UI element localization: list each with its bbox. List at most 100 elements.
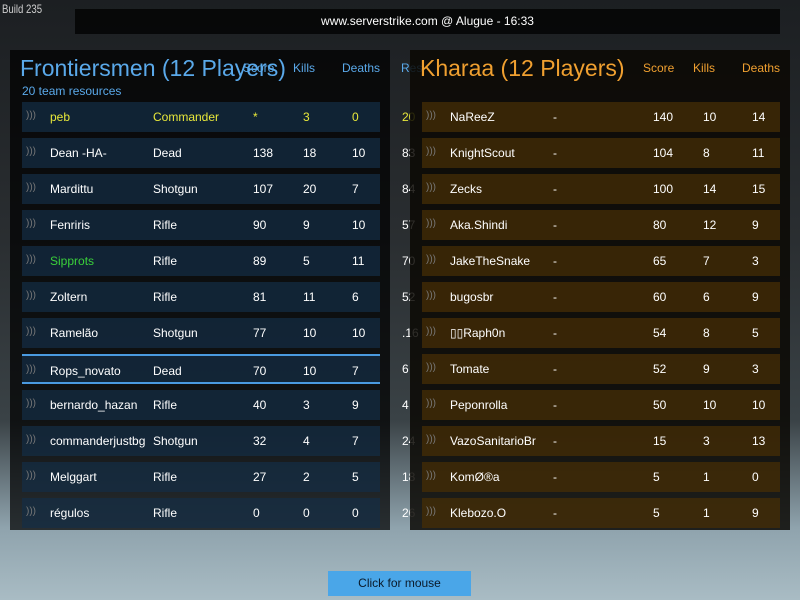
speaker-icon: ))) xyxy=(26,364,36,375)
player-kills: 9 xyxy=(303,218,310,232)
click-for-mouse-button[interactable]: Click for mouse xyxy=(328,571,471,596)
player-class: Rifle xyxy=(153,470,178,484)
player-name: Melggart xyxy=(50,470,97,484)
player-class: Rifle xyxy=(153,398,178,412)
player-row[interactable]: ))) Zoltern Rifle 81 11 6 xyxy=(22,282,380,312)
player-row[interactable]: ))) régulos Rifle 0 0 0 xyxy=(22,498,380,528)
player-row[interactable]: ))) Rops_novato Dead 70 10 7 xyxy=(22,354,380,384)
player-row[interactable]: ))) Mardittu Shotgun 107 20 7 xyxy=(22,174,380,204)
speaker-icon: ))) xyxy=(26,218,36,229)
player-deaths: 7 xyxy=(352,182,359,196)
player-deaths: 11 xyxy=(352,254,365,268)
player-name: Sipprots xyxy=(50,254,95,268)
player-row[interactable]: ))) KomØ®a - 5 1 0 xyxy=(422,462,780,492)
speaker-icon: ))) xyxy=(26,146,36,157)
player-name: Aka.Shindi xyxy=(450,218,508,232)
speaker-icon: ))) xyxy=(426,398,436,409)
player-row[interactable]: ))) VazoSanitarioBr - 15 3 13 xyxy=(422,426,780,456)
player-row[interactable]: ))) peb Commander * 3 0 xyxy=(22,102,380,132)
player-name: Fenriris xyxy=(50,218,91,232)
player-row[interactable]: ))) Fenriris Rifle 90 9 10 xyxy=(22,210,380,240)
player-row[interactable]: ))) ▯▯Raph0n - 54 8 5 xyxy=(422,318,780,348)
player-class: - xyxy=(553,218,557,232)
player-class: - xyxy=(553,254,557,268)
player-row[interactable]: ))) Klebozo.O - 5 1 9 xyxy=(422,498,780,528)
player-class: Shotgun xyxy=(153,182,198,196)
player-kills: 1 xyxy=(703,506,710,520)
player-kills: 8 xyxy=(703,326,710,340)
player-score: 5 xyxy=(653,506,660,520)
player-row[interactable]: ))) Tomate - 52 9 3 xyxy=(422,354,780,384)
alien-team-title: Kharaa (12 Players) xyxy=(420,55,625,81)
player-kills: 2 xyxy=(303,470,310,484)
player-score: 60 xyxy=(653,290,667,304)
player-kills: 18 xyxy=(303,146,317,160)
player-name: Mardittu xyxy=(50,182,94,196)
player-row[interactable]: ))) Ramelão Shotgun 77 10 10 xyxy=(22,318,380,348)
player-class: Rifle xyxy=(153,506,178,520)
player-row[interactable]: ))) Sipprots Rifle 89 5 11 xyxy=(22,246,380,276)
player-score: 50 xyxy=(653,398,667,412)
player-name: ▯▯Raph0n xyxy=(450,326,506,340)
player-row[interactable]: ))) bugosbr - 60 6 9 xyxy=(422,282,780,312)
player-score: 54 xyxy=(653,326,667,340)
player-deaths: 7 xyxy=(352,434,359,448)
player-row[interactable]: ))) bernardo_hazan Rifle 40 3 9 xyxy=(22,390,380,420)
player-deaths: 11 xyxy=(752,146,765,160)
player-score: 52 xyxy=(653,362,667,376)
player-score: 5 xyxy=(653,470,660,484)
player-name: NaReeZ xyxy=(450,110,495,124)
alien-deaths-header: Deaths xyxy=(742,61,781,75)
player-res: 6 xyxy=(402,362,409,376)
player-row[interactable]: ))) Peponrolla - 50 10 10 xyxy=(422,390,780,420)
player-row[interactable]: ))) Dean -HA- Dead 138 18 10 xyxy=(22,138,380,168)
player-kills: 3 xyxy=(703,434,710,448)
player-kills: 5 xyxy=(303,254,310,268)
alien-score-header: Score xyxy=(643,61,675,75)
player-class: - xyxy=(553,398,557,412)
player-class: Commander xyxy=(153,110,220,124)
speaker-icon: ))) xyxy=(26,290,36,301)
player-class: Dead xyxy=(153,364,182,378)
player-class: - xyxy=(553,434,557,448)
player-kills: 3 xyxy=(303,110,310,124)
player-name: bugosbr xyxy=(450,290,494,304)
player-deaths: 3 xyxy=(752,362,759,376)
player-deaths: 7 xyxy=(352,364,359,378)
player-deaths: 5 xyxy=(752,326,759,340)
speaker-icon: ))) xyxy=(426,110,436,121)
player-score: * xyxy=(253,110,258,124)
player-kills: 8 xyxy=(703,146,710,160)
player-name: KnightScout xyxy=(450,146,515,160)
player-kills: 4 xyxy=(303,434,310,448)
speaker-icon: ))) xyxy=(26,470,36,481)
player-row[interactable]: ))) commanderjustbg Shotgun 32 4 7 xyxy=(22,426,380,456)
player-deaths: 15 xyxy=(752,182,766,196)
speaker-icon: ))) xyxy=(426,146,436,157)
player-row[interactable]: ))) Zecks - 100 14 15 xyxy=(422,174,780,204)
player-score: 104 xyxy=(653,146,674,160)
marine-deaths-header: Deaths xyxy=(342,61,381,75)
player-row[interactable]: ))) JakeTheSnake - 65 7 3 xyxy=(422,246,780,276)
player-class: - xyxy=(553,182,557,196)
player-name: JakeTheSnake xyxy=(450,254,531,268)
player-class: Shotgun xyxy=(153,434,198,448)
team-resources: 20 team resources xyxy=(22,84,122,98)
build-label: Build 235 xyxy=(2,2,43,16)
player-row[interactable]: ))) Melggart Rifle 27 2 5 xyxy=(22,462,380,492)
marine-score-header: Score xyxy=(243,61,275,75)
player-class: - xyxy=(553,506,557,520)
player-score: 77 xyxy=(253,326,267,340)
player-score: 65 xyxy=(653,254,667,268)
speaker-icon: ))) xyxy=(426,362,436,373)
player-class: Dead xyxy=(153,146,182,160)
player-score: 89 xyxy=(253,254,267,268)
speaker-icon: ))) xyxy=(426,182,436,193)
player-row[interactable]: ))) NaReeZ - 140 10 14 xyxy=(422,102,780,132)
player-row[interactable]: ))) Aka.Shindi - 80 12 9 xyxy=(422,210,780,240)
player-score: 15 xyxy=(653,434,667,448)
speaker-icon: ))) xyxy=(426,470,436,481)
player-class: - xyxy=(553,362,557,376)
player-class: Rifle xyxy=(153,218,178,232)
player-row[interactable]: ))) KnightScout - 104 8 11 xyxy=(422,138,780,168)
